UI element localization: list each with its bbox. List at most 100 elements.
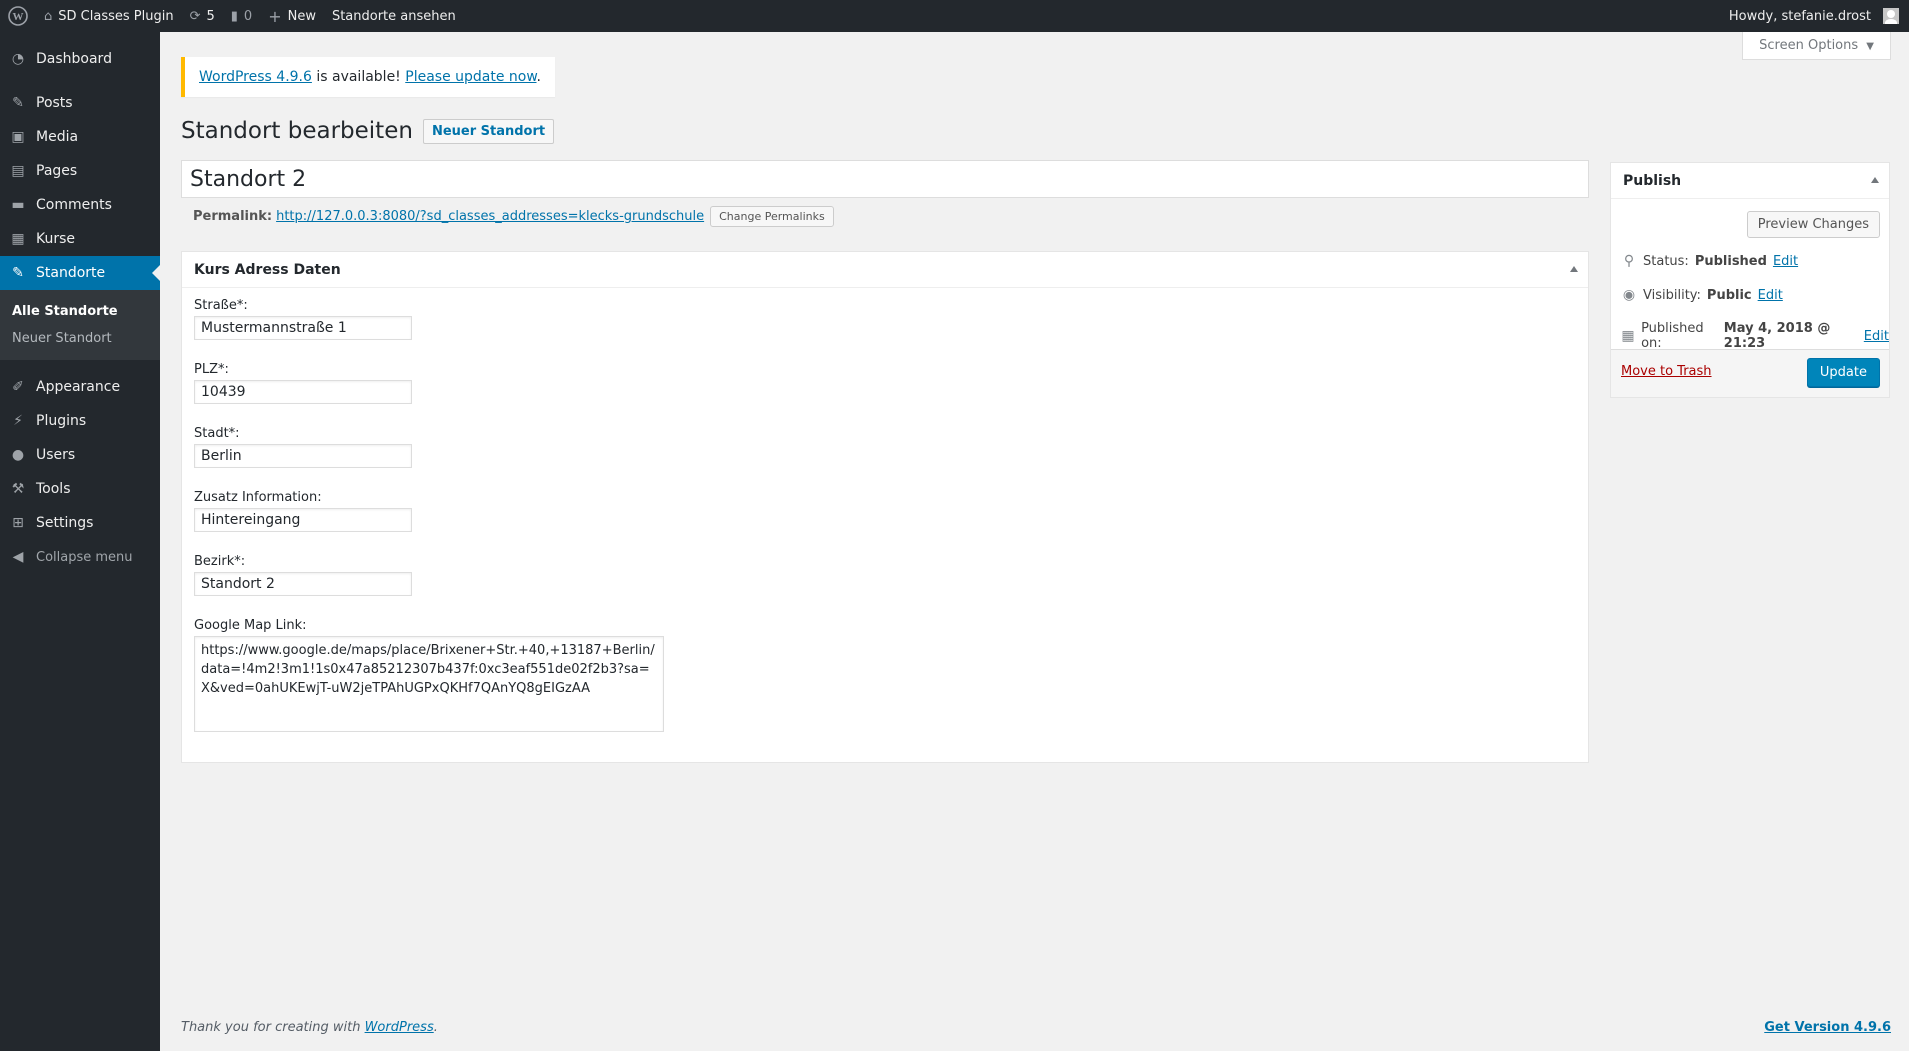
update-now-link[interactable]: Please update now [405, 69, 536, 85]
my-account-link[interactable]: Howdy, stefanie.drost [1721, 0, 1909, 32]
update-notice: WordPress 4.9.6 is available! Please upd… [181, 57, 555, 97]
bezirk-input[interactable]: Standort 2 [194, 572, 412, 596]
sidebar-item-settings[interactable]: ⊞ Settings [0, 506, 160, 540]
permalink-link[interactable]: http://127.0.0.3:8080/?sd_classes_addres… [276, 209, 704, 224]
publish-metabox-header[interactable]: Publish [1611, 163, 1889, 199]
edit-status-link[interactable]: Edit [1773, 254, 1798, 269]
caret-down-icon: ▼ [1866, 41, 1874, 52]
sidebar-item-label: Appearance [36, 379, 121, 395]
collapse-toggle-icon[interactable] [1570, 266, 1578, 272]
edit-visibility-link[interactable]: Edit [1758, 288, 1783, 303]
zusatz-input[interactable]: Hintereingang [194, 508, 412, 532]
comment-bubble-icon: ▮ [230, 8, 238, 24]
add-new-standort-button[interactable]: Neuer Standort [422, 118, 555, 144]
avatar [1883, 8, 1899, 24]
comments-link[interactable]: ▮ 0 [223, 0, 260, 32]
collapse-toggle-icon[interactable] [1871, 177, 1879, 183]
publish-metabox: Publish Preview Changes ⚲ Status: Publis… [1610, 162, 1890, 398]
notice-text: is available! [311, 69, 406, 85]
visibility-label: Visibility: [1643, 287, 1701, 303]
wp-logo-menu[interactable]: W [0, 0, 36, 32]
published-label: Published on: [1641, 321, 1704, 351]
field-bezirk: Bezirk*: Standort 2 [194, 554, 412, 596]
sidebar-item-label: Dashboard [36, 51, 112, 67]
view-standorte-link[interactable]: Standorte ansehen [324, 0, 464, 32]
plus-icon: + [268, 6, 282, 26]
updates-icon: ⟳ [189, 8, 201, 24]
view-label: Standorte ansehen [331, 8, 456, 24]
visibility-row: ◉ Visibility: Public Edit [1621, 287, 1783, 303]
sidebar-item-standorte[interactable]: ✎ Standorte [0, 256, 160, 290]
submenu-item-neuer-standort[interactable]: Neuer Standort [0, 325, 160, 352]
new-content-link[interactable]: + New [260, 0, 324, 32]
sidebar-item-pages[interactable]: ▤ Pages [0, 154, 160, 188]
google-map-textarea[interactable]: https://www.google.de/maps/place/Brixene… [194, 636, 664, 732]
field-label: Straße*: [194, 298, 248, 313]
edit-date-link[interactable]: Edit [1864, 329, 1889, 344]
howdy-text: Howdy, stefanie.drost [1728, 8, 1871, 24]
admin-sidebar: ◔ Dashboard ✎ Posts ▣ Media ▤ Pages ▬ Co… [0, 32, 160, 1051]
published-on-row: ▦ Published on: May 4, 2018 @ 21:23 Edit [1621, 321, 1889, 351]
adress-metabox-title: Kurs Adress Daten [194, 261, 341, 278]
collapse-menu-button[interactable]: ◀ Collapse menu [0, 540, 160, 574]
field-label: Stadt*: [194, 426, 240, 441]
update-button[interactable]: Update [1806, 358, 1880, 387]
admin-bar: W ⌂ SD Classes Plugin ⟳ 5 ▮ 0 + New Stan… [0, 0, 1909, 32]
strasse-input[interactable]: Mustermannstraße 1 [194, 316, 412, 340]
sidebar-item-appearance[interactable]: ✐ Appearance [0, 370, 160, 404]
sidebar-item-media[interactable]: ▣ Media [0, 120, 160, 154]
sidebar-item-label: Posts [36, 95, 73, 111]
permalink-row: Permalink: http://127.0.0.3:8080/?sd_cla… [193, 206, 834, 227]
sidebar-item-tools[interactable]: ⚒ Tools [0, 472, 160, 506]
screen-options-label: Screen Options [1759, 38, 1859, 53]
sidebar-item-label: Media [36, 129, 79, 145]
svg-text:W: W [13, 11, 24, 23]
home-icon: ⌂ [44, 8, 53, 24]
comments-icon: ▬ [11, 197, 25, 213]
updates-link[interactable]: ⟳ 5 [182, 0, 223, 32]
sidebar-item-posts[interactable]: ✎ Posts [0, 86, 160, 120]
get-version-link[interactable]: Get Version 4.9.6 [1764, 1020, 1891, 1035]
calendar-icon: ▦ [1621, 328, 1635, 344]
sidebar-item-comments[interactable]: ▬ Comments [0, 188, 160, 222]
screen-options-button[interactable]: Screen Options ▼ [1742, 32, 1891, 60]
footer-end: . [433, 1020, 438, 1035]
submenu-item-alle-standorte[interactable]: Alle Standorte [0, 298, 160, 325]
pin-icon: ✎ [12, 265, 24, 281]
page-title-row: Standort bearbeiten Neuer Standort [181, 118, 555, 144]
updates-count: 5 [206, 8, 215, 24]
visibility-value: Public [1706, 287, 1752, 303]
notice-end: . [536, 69, 541, 85]
new-label: New [287, 8, 316, 24]
adress-metabox: Kurs Adress Daten Straße*: Mustermannstr… [181, 251, 1589, 763]
calendar-icon: ▦ [11, 231, 25, 247]
adress-metabox-header[interactable]: Kurs Adress Daten [182, 252, 1588, 288]
field-stadt: Stadt*: Berlin [194, 426, 412, 468]
field-label: Zusatz Information: [194, 490, 322, 505]
sidebar-item-plugins[interactable]: ⚡ Plugins [0, 404, 160, 438]
wordpress-link[interactable]: WordPress [365, 1020, 434, 1035]
wordpress-logo-icon: W [8, 6, 28, 26]
field-google-map: Google Map Link: https://www.google.de/m… [194, 618, 664, 732]
stadt-input[interactable]: Berlin [194, 444, 412, 468]
users-icon: ● [11, 447, 25, 463]
sidebar-item-dashboard[interactable]: ◔ Dashboard [0, 42, 160, 76]
sidebar-item-users[interactable]: ● Users [0, 438, 160, 472]
settings-icon: ⊞ [12, 515, 24, 531]
site-name-label: SD Classes Plugin [58, 8, 174, 24]
sidebar-item-kurse[interactable]: ▦ Kurse [0, 222, 160, 256]
change-permalinks-button[interactable]: Change Permalinks [710, 206, 834, 227]
plz-input[interactable]: 10439 [194, 380, 412, 404]
site-name-link[interactable]: ⌂ SD Classes Plugin [36, 0, 182, 32]
plugins-icon: ⚡ [13, 413, 23, 429]
field-zusatz: Zusatz Information: Hintereingang [194, 490, 412, 532]
move-to-trash-link[interactable]: Move to Trash [1621, 364, 1712, 379]
preview-changes-button[interactable]: Preview Changes [1746, 211, 1880, 238]
sidebar-item-label: Comments [36, 197, 112, 213]
sidebar-item-label: Settings [36, 515, 94, 531]
dashboard-icon: ◔ [11, 51, 25, 67]
status-value: Published [1694, 253, 1767, 269]
footer-thankyou: Thank you for creating with WordPress. [181, 1020, 438, 1035]
post-title-input[interactable]: Standort 2 [181, 160, 1589, 198]
version-link[interactable]: WordPress 4.9.6 [199, 69, 312, 85]
